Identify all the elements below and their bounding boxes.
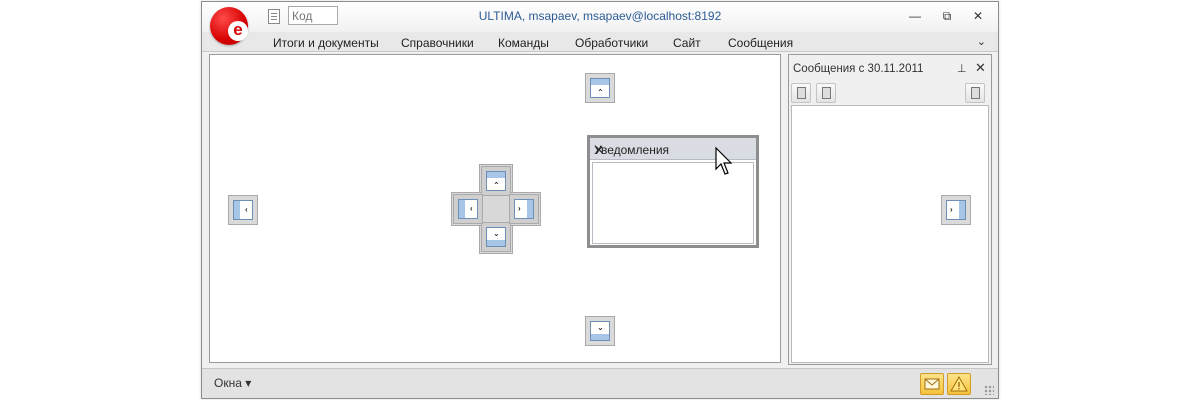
minimize-button[interactable]: — — [908, 9, 922, 23]
messages-list[interactable] — [791, 105, 989, 363]
menu-item-site[interactable]: Сайт — [673, 36, 701, 50]
mouse-cursor-icon — [715, 147, 733, 175]
panel-close-icon[interactable]: ✕ — [975, 60, 986, 76]
windows-menu[interactable]: Окна ▾ — [214, 376, 251, 390]
warning-icon — [950, 375, 968, 392]
envelope-icon — [924, 378, 940, 390]
app-logo[interactable]: e — [210, 7, 248, 45]
dock-bottom-guide[interactable]: ⌄ — [585, 316, 615, 346]
messages-panel-title: Сообщения с 30.11.2011 — [793, 63, 924, 75]
restore-button[interactable]: ⧉ — [940, 9, 954, 23]
dock-right-icon: › — [946, 200, 966, 220]
dock-top-icon: ⌃ — [486, 171, 506, 191]
delete-messages-button[interactable] — [965, 83, 985, 103]
dock-bottom-icon: ⌄ — [590, 321, 610, 341]
dock-right-icon: › — [514, 199, 534, 219]
chevron-down-icon[interactable]: ⌄ — [977, 35, 986, 48]
pin-icon[interactable]: ⊥ — [957, 62, 967, 75]
dock-left-icon: ‹ — [233, 200, 253, 220]
status-bar: Окна ▾ — [202, 368, 998, 398]
title-bar: e ULTIMA, msapaev, msapaev@localhost:819… — [202, 2, 998, 45]
window-title: ULTIMA, msapaev, msapaev@localhost:8192 — [478, 9, 722, 23]
document-icon — [822, 87, 831, 99]
document-stack-icon — [797, 87, 806, 99]
dock-bottom-icon: ⌄ — [486, 227, 506, 247]
mark-read-button[interactable] — [816, 83, 836, 103]
menu-bar: Итоги и документы Справочники Команды Об… — [202, 32, 998, 52]
dock-left-icon: ‹ — [458, 199, 478, 219]
close-button[interactable]: ✕ — [971, 9, 985, 23]
menu-item-reports[interactable]: Итоги и документы — [273, 36, 379, 50]
trash-icon — [971, 87, 980, 99]
warning-button[interactable] — [947, 373, 971, 395]
menu-item-commands[interactable]: Команды — [498, 36, 549, 50]
mail-button[interactable] — [920, 373, 944, 395]
copy-messages-button[interactable] — [791, 83, 811, 103]
dock-top-icon: ⌃ — [590, 78, 610, 98]
dock-center-right[interactable]: › — [509, 194, 539, 224]
dock-center-guide: ⌃ ⌄ ‹ › — [451, 164, 541, 254]
dock-center-bottom[interactable]: ⌄ — [481, 222, 511, 252]
dock-center-top[interactable]: ⌃ — [481, 166, 511, 196]
dock-left-guide[interactable]: ‹ — [228, 195, 258, 225]
logo-letter: e — [228, 21, 248, 41]
menu-item-messages[interactable]: Сообщения — [728, 36, 793, 50]
dock-center-left[interactable]: ‹ — [453, 194, 483, 224]
resize-grip[interactable] — [984, 385, 994, 395]
menu-item-handlers[interactable]: Обработчики — [575, 36, 648, 50]
dock-right-guide[interactable]: › — [941, 195, 971, 225]
menu-item-directories[interactable]: Справочники — [401, 36, 474, 50]
dock-top-guide[interactable]: ⌃ — [585, 73, 615, 103]
